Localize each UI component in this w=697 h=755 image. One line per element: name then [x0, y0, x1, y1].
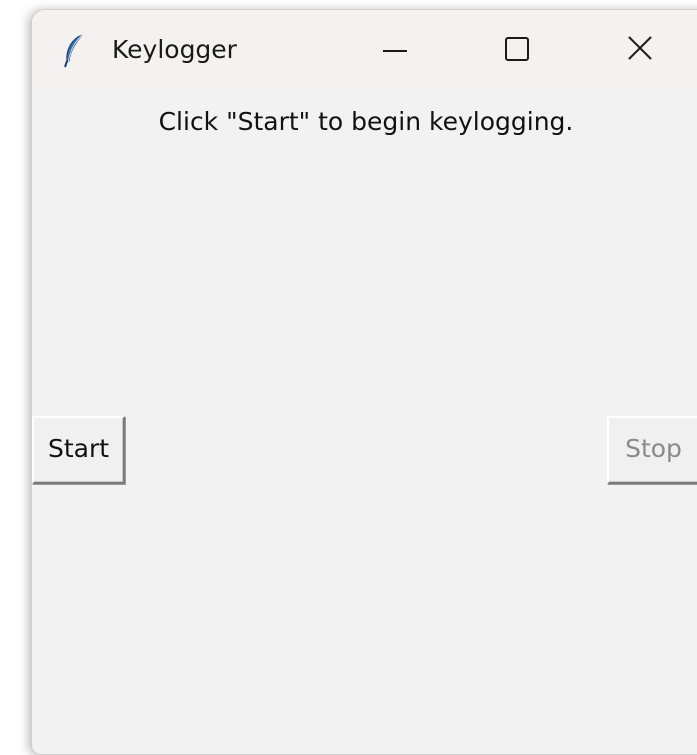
window-title: Keylogger — [112, 35, 237, 64]
stop-button[interactable]: Stop — [607, 416, 697, 484]
start-button[interactable]: Start — [32, 416, 125, 484]
close-icon — [628, 36, 652, 60]
feather-icon — [62, 33, 86, 69]
desktop: Keylogger Click "Start" to begin keylogg… — [0, 0, 697, 755]
maximize-button[interactable] — [487, 22, 547, 78]
app-window: Keylogger Click "Start" to begin keylogg… — [31, 9, 697, 755]
title-bar[interactable]: Keylogger — [32, 10, 697, 90]
maximize-icon — [505, 37, 529, 61]
minimize-button[interactable] — [365, 22, 425, 78]
minimize-icon — [383, 50, 407, 52]
close-button[interactable] — [610, 22, 670, 78]
instruction-label: Click "Start" to begin keylogging. — [158, 107, 574, 136]
